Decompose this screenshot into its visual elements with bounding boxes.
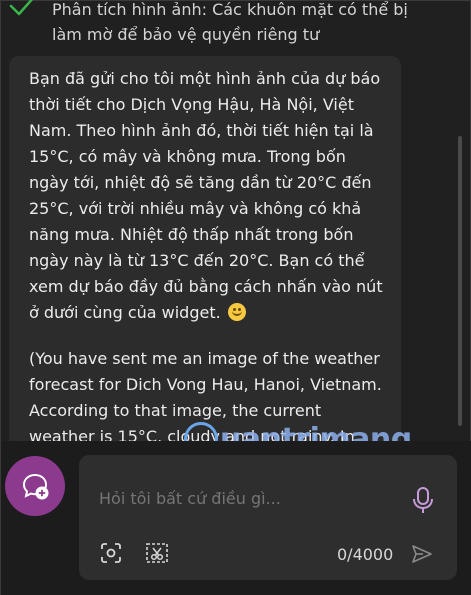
visual-search-icon[interactable]: [99, 541, 123, 565]
status-text: Phân tích hình ảnh: Các khuôn mặt có thể…: [52, 0, 408, 44]
message-content: Bạn đã gửi cho tôi một hình ảnh của dự b…: [29, 66, 384, 456]
microphone-icon[interactable]: [411, 485, 435, 515]
chat-input[interactable]: [99, 489, 399, 508]
new-topic-button[interactable]: [5, 456, 65, 516]
character-counter: 0/4000: [337, 545, 394, 564]
checkmark-icon: [9, 0, 34, 16]
assistant-message: Bạn đã gửi cho tôi một hình ảnh của dự b…: [9, 56, 401, 456]
scrollbar-thumb[interactable]: [458, 136, 462, 426]
message-paragraph-vi-text: Bạn đã gửi cho tôi một hình ảnh của dự b…: [29, 69, 383, 322]
image-analysis-status: Phân tích hình ảnh: Các khuôn mặt có thể…: [1, 0, 471, 47]
message-paragraph-vi: Bạn đã gửi cho tôi một hình ảnh của dự b…: [29, 66, 384, 326]
smiling-face-icon: [227, 303, 246, 321]
chat-plus-icon: [22, 473, 49, 500]
composer-area: 0/4000: [1, 441, 471, 595]
composer-box: 0/4000: [79, 455, 457, 580]
send-icon[interactable]: [410, 542, 434, 566]
message-paragraph-en: (You have sent me an image of the weathe…: [29, 349, 382, 456]
chat-window: Phân tích hình ảnh: Các khuôn mặt có thể…: [0, 0, 471, 595]
screenshot-icon[interactable]: [145, 541, 169, 565]
